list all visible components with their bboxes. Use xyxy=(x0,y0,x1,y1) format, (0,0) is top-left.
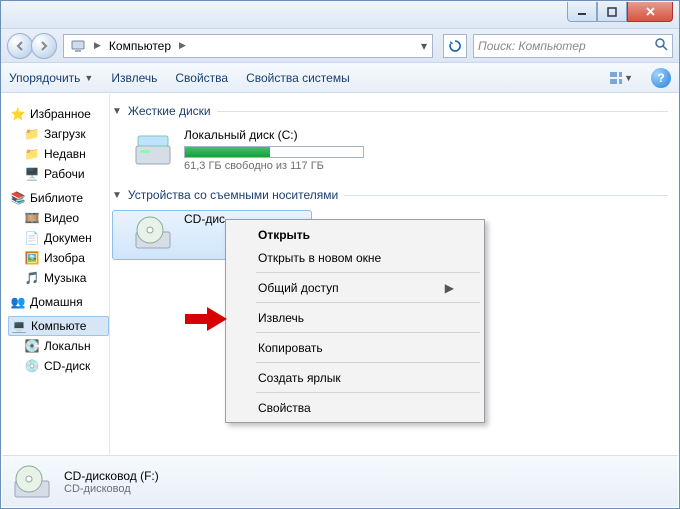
sidebar-libraries[interactable]: 📚Библиоте xyxy=(8,188,109,208)
titlebar xyxy=(1,1,679,29)
sidebar-favorites[interactable]: ⭐Избранное xyxy=(8,104,109,124)
computer-icon: 💻 xyxy=(11,318,27,334)
command-toolbar: Упорядочить▼ Извлечь Свойства Свойства с… xyxy=(1,63,679,93)
ctx-copy[interactable]: Копировать xyxy=(228,336,482,359)
help-button[interactable]: ? xyxy=(651,68,671,88)
close-button[interactable] xyxy=(627,2,673,22)
ctx-sharing[interactable]: Общий доступ▶ xyxy=(228,276,482,299)
search-icon xyxy=(654,37,668,54)
sidebar-pictures[interactable]: 🖼️Изобра xyxy=(8,248,109,268)
sidebar-desktop[interactable]: 🖥️Рабочи xyxy=(8,164,109,184)
context-menu: Открыть Открыть в новом окне Общий досту… xyxy=(225,219,485,423)
sidebar-music[interactable]: 🎵Музыка xyxy=(8,268,109,288)
ctx-properties[interactable]: Свойства xyxy=(228,396,482,419)
address-dropdown-icon[interactable]: ▾ xyxy=(416,39,432,53)
address-bar[interactable]: ▶ Компьютер ▶ ▾ xyxy=(63,34,433,58)
star-icon: ⭐ xyxy=(10,106,26,122)
breadcrumb-separator: ▶ xyxy=(175,40,190,51)
drive-free-text: 61,3 ГБ свободно из 117 ГБ xyxy=(184,160,364,172)
homegroup-icon: 👥 xyxy=(10,294,26,310)
group-hard-drives[interactable]: ▼ Жесткие диски xyxy=(112,104,668,118)
eject-button[interactable]: Извлечь xyxy=(111,71,157,85)
organize-button[interactable]: Упорядочить▼ xyxy=(9,71,93,85)
collapse-icon: ▼ xyxy=(112,190,122,201)
back-button[interactable] xyxy=(7,33,33,59)
cd-drive-icon xyxy=(132,212,174,254)
sidebar-homegroup[interactable]: 👥Домашня xyxy=(8,292,109,312)
ctx-eject[interactable]: Извлечь xyxy=(228,306,482,329)
ctx-create-shortcut[interactable]: Создать ярлык xyxy=(228,366,482,389)
sidebar-cd-drive[interactable]: 💿CD-диск xyxy=(8,356,109,376)
drive-local-c[interactable]: Локальный диск (C:) 61,3 ГБ свободно из … xyxy=(112,126,668,178)
hdd-icon xyxy=(132,128,174,170)
hdd-icon: 💽 xyxy=(24,338,40,354)
computer-icon xyxy=(66,35,90,57)
drive-usage-bar xyxy=(184,146,364,158)
drive-label: Локальный диск (C:) xyxy=(184,128,364,142)
view-mode-button[interactable]: ▼ xyxy=(609,67,633,89)
cd-drive-icon xyxy=(12,462,52,502)
sidebar-video[interactable]: 🎞️Видео xyxy=(8,208,109,228)
desktop-icon: 🖥️ xyxy=(24,166,40,182)
breadcrumb-separator: ▶ xyxy=(90,40,105,51)
library-icon: 📚 xyxy=(10,190,26,206)
ctx-open[interactable]: Открыть xyxy=(228,223,482,246)
collapse-icon: ▼ xyxy=(112,106,122,117)
recent-icon: 📁 xyxy=(24,146,40,162)
group-removable[interactable]: ▼ Устройства со съемными носителями xyxy=(112,188,668,202)
sidebar-downloads[interactable]: 📁Загрузк xyxy=(8,124,109,144)
sidebar-recent[interactable]: 📁Недавн xyxy=(8,144,109,164)
video-icon: 🎞️ xyxy=(24,210,40,226)
forward-button[interactable] xyxy=(31,33,57,59)
picture-icon: 🖼️ xyxy=(24,250,40,266)
status-subtitle: CD-дисковод xyxy=(64,483,159,495)
sidebar-documents[interactable]: 📄Докумен xyxy=(8,228,109,248)
submenu-arrow-icon: ▶ xyxy=(405,281,454,295)
system-properties-button[interactable]: Свойства системы xyxy=(246,71,350,85)
maximize-button[interactable] xyxy=(597,2,627,22)
search-placeholder: Поиск: Компьютер xyxy=(478,39,586,53)
cd-icon: 💿 xyxy=(24,358,40,374)
ctx-open-new-window[interactable]: Открыть в новом окне xyxy=(228,246,482,269)
sidebar-computer[interactable]: 💻Компьюте xyxy=(8,316,109,336)
refresh-button[interactable] xyxy=(443,34,467,58)
document-icon: 📄 xyxy=(24,230,40,246)
minimize-button[interactable] xyxy=(567,2,597,22)
details-pane: CD-дисковод (F:) CD-дисковод xyxy=(2,455,678,507)
navigation-bar: ▶ Компьютер ▶ ▾ Поиск: Компьютер xyxy=(1,29,679,63)
status-title: CD-дисковод (F:) xyxy=(64,469,159,483)
breadcrumb-computer[interactable]: Компьютер xyxy=(105,35,175,57)
properties-button[interactable]: Свойства xyxy=(175,71,228,85)
navigation-pane: ⭐Избранное 📁Загрузк 📁Недавн 🖥️Рабочи 📚Би… xyxy=(2,94,110,454)
annotation-arrow xyxy=(185,307,227,334)
drive-label: CD-дис xyxy=(184,212,225,226)
music-icon: 🎵 xyxy=(24,270,40,286)
search-input[interactable]: Поиск: Компьютер xyxy=(473,34,673,58)
folder-icon: 📁 xyxy=(24,126,40,142)
sidebar-local-disk[interactable]: 💽Локальн xyxy=(8,336,109,356)
